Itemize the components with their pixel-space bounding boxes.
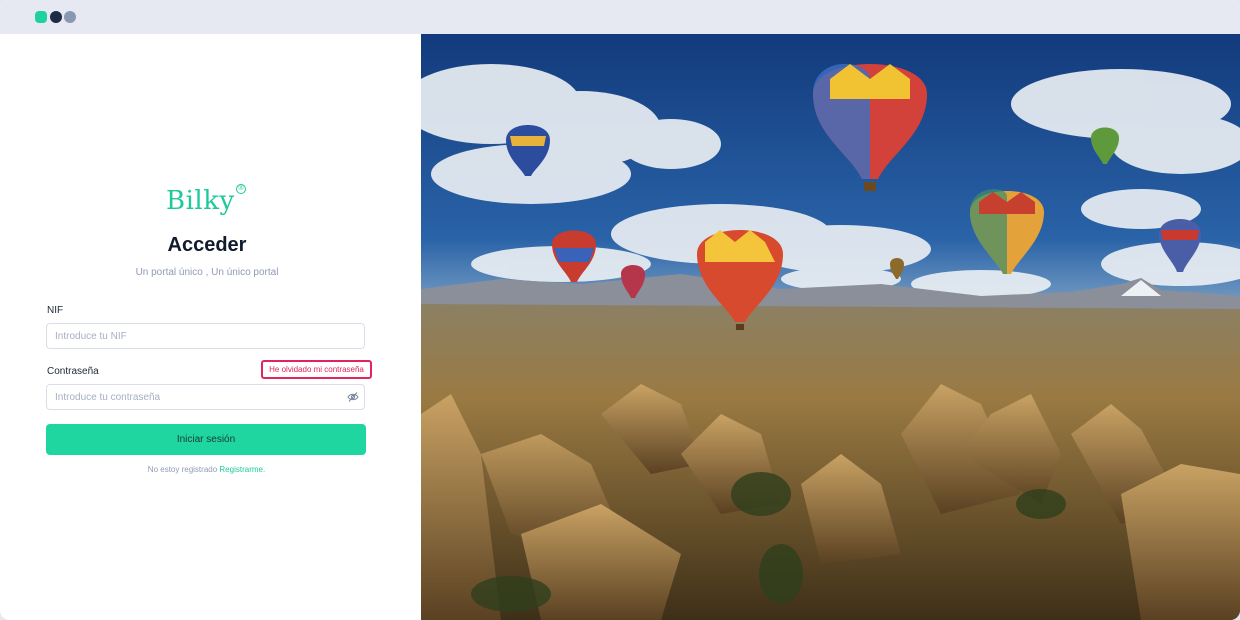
forgot-password-link[interactable]: He olvidado mi contraseña	[261, 360, 372, 379]
hero-image	[421, 34, 1240, 620]
register-prompt: No estoy registrado Registrarme.	[0, 465, 413, 474]
nif-label: NIF	[47, 305, 64, 316]
password-label: Contraseña	[47, 366, 99, 377]
register-link[interactable]: Registrarme.	[219, 465, 265, 474]
window-minimize-dot[interactable]	[50, 11, 62, 23]
hot-air-balloons-illustration	[421, 34, 1240, 620]
register-prompt-text: No estoy registrado	[147, 465, 218, 474]
eye-off-icon[interactable]	[347, 390, 359, 402]
window-titlebar	[0, 0, 1240, 34]
page-subtitle: Un portal único , Un único portal	[135, 267, 279, 278]
logo-text: Bilky	[166, 186, 235, 216]
page-title: Acceder	[167, 234, 247, 256]
nif-input[interactable]	[46, 323, 365, 349]
window-maximize-dot[interactable]	[64, 11, 76, 23]
password-input[interactable]	[46, 384, 365, 410]
login-panel: Bilky ® Acceder Un portal único , Un úni…	[0, 34, 421, 620]
window-close-dot[interactable]	[35, 11, 47, 23]
registered-mark-icon: ®	[236, 184, 246, 194]
app-window: Bilky ® Acceder Un portal único , Un úni…	[0, 0, 1240, 620]
login-button[interactable]: Iniciar sesión	[46, 424, 366, 455]
bilky-logo: Bilky ®	[166, 184, 256, 222]
